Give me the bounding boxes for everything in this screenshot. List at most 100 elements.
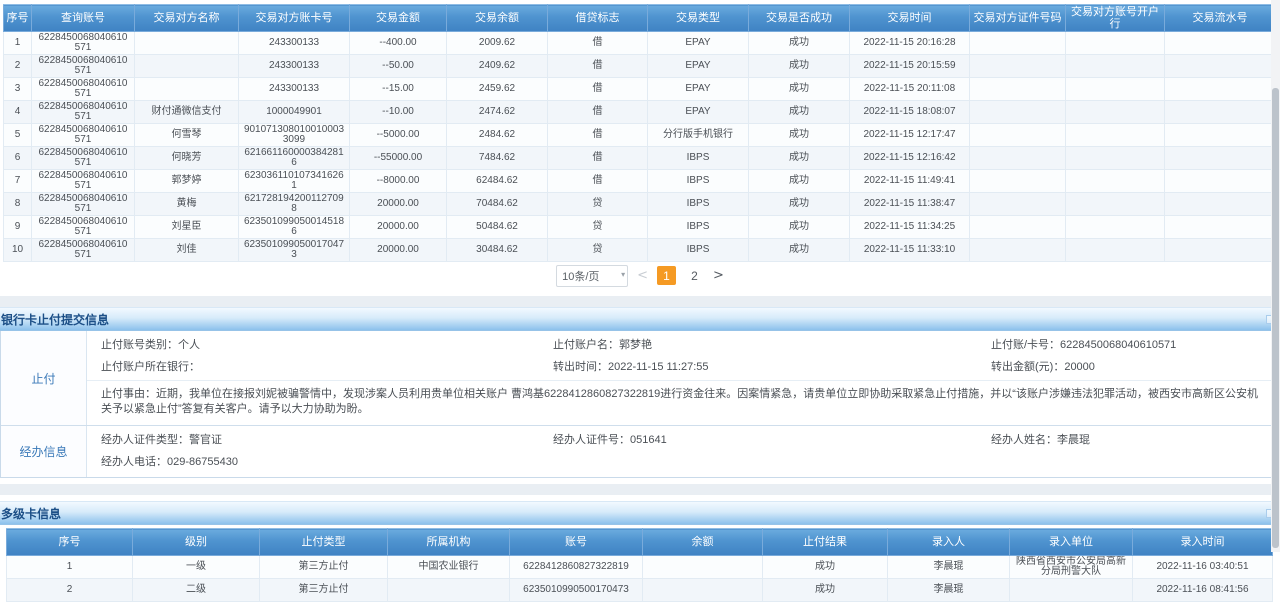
cell-balance: 2409.62 <box>447 55 548 78</box>
cell-counterparty-bank <box>1066 32 1165 55</box>
cell-counterparty-name: 刘星臣 <box>135 216 239 239</box>
cell-trans-success: 成功 <box>749 55 850 78</box>
cell-balance: 2484.62 <box>447 124 548 147</box>
col-seq: 序号 <box>4 5 32 32</box>
stop-fields-row-1: 止付账号类别：个人 止付账户名：郭梦艳 止付账/卡号：6228450068040… <box>87 331 1272 353</box>
transaction-row: 6 6228450068040610571 何晓芳 62166116000038… <box>4 147 1276 170</box>
cell-counterparty-id <box>970 32 1066 55</box>
cell-counterparty-name: 黄梅 <box>135 193 239 216</box>
cell-serial-no <box>1165 78 1276 101</box>
cell-amount: --5000.00 <box>350 124 447 147</box>
cell-level: 一级 <box>133 556 260 579</box>
cell-counterparty-name: 何雪琴 <box>135 124 239 147</box>
next-page-icon[interactable]: > <box>713 269 724 282</box>
cell-counterparty-id <box>970 170 1066 193</box>
cell-counterparty-card: 6230361101073416261 <box>239 170 350 193</box>
cell-balance <box>643 579 763 602</box>
prev-page-icon[interactable]: < <box>637 269 648 282</box>
cell-seq: 9 <box>4 216 32 239</box>
scrollbar-thumb[interactable] <box>1272 88 1279 548</box>
col-counterparty-card: 交易对方账卡号 <box>239 5 350 32</box>
cell-counterparty-bank <box>1066 239 1165 262</box>
multicard-section-bar: 多级卡信息 <box>0 501 1280 525</box>
cell-trans-success: 成功 <box>749 32 850 55</box>
cell-query-account: 6228450068040610571 <box>32 239 135 262</box>
cell-level: 二级 <box>133 579 260 602</box>
cell-counterparty-name: 财付通微信支付 <box>135 101 239 124</box>
agent-id-number: 经办人证件号：051641 <box>553 434 991 446</box>
cell-entry-unit <box>1010 579 1133 602</box>
page-number-1[interactable]: 1 <box>657 266 676 285</box>
stop-account-type: 止付账号类别：个人 <box>101 339 553 351</box>
cell-trans-success: 成功 <box>749 78 850 101</box>
col-entry-unit: 录入单位 <box>1010 529 1133 556</box>
cell-counterparty-card: 243300133 <box>239 32 350 55</box>
multicard-row: 1 一级 第三方止付 中国农业银行 6228412860827322819 成功… <box>7 556 1273 579</box>
cell-trans-time: 2022-11-15 12:17:47 <box>850 124 970 147</box>
section-divider <box>0 484 1280 495</box>
pagination: 10条/页 ▾ < 1 2 > <box>0 262 1280 289</box>
cell-entry-unit: 陕西省西安市公安局高新分局刑警大队 <box>1010 556 1133 579</box>
stop-reason-text: 止付事由：近期，我单位在接报刘妮被骗警情中，发现涉案人员利用贵单位相关账户 曹鸿… <box>87 380 1272 425</box>
cell-balance: 2009.62 <box>447 32 548 55</box>
cell-balance: 7484.62 <box>447 147 548 170</box>
col-entry-time: 录入时间 <box>1133 529 1273 556</box>
cell-amount: 20000.00 <box>350 193 447 216</box>
col-stop-result: 止付结果 <box>763 529 888 556</box>
col-trans-success: 交易是否成功 <box>749 5 850 32</box>
cell-serial-no <box>1165 239 1276 262</box>
cell-serial-no <box>1165 170 1276 193</box>
col-account: 账号 <box>510 529 643 556</box>
cell-counterparty-card: 9010713080100100033099 <box>239 124 350 147</box>
cell-seq: 5 <box>4 124 32 147</box>
page-number-2[interactable]: 2 <box>685 266 704 285</box>
page-size-select[interactable]: 10条/页 ▾ <box>556 265 628 287</box>
cell-counterparty-bank <box>1066 78 1165 101</box>
stop-group: 止付 止付账号类别：个人 止付账户名：郭梦艳 止付账/卡号：6228450068… <box>1 331 1272 425</box>
cell-query-account: 6228450068040610571 <box>32 216 135 239</box>
multicard-table-container: 序号 级别 止付类型 所属机构 账号 余额 止付结果 录入人 录入单位 录入时间… <box>0 525 1280 602</box>
cell-counterparty-card: 6217281942001127098 <box>239 193 350 216</box>
col-level: 级别 <box>133 529 260 556</box>
cell-trans-time: 2022-11-15 11:49:41 <box>850 170 970 193</box>
cell-debit-credit-flag: 贷 <box>548 239 648 262</box>
cell-serial-no <box>1165 193 1276 216</box>
col-stop-type: 止付类型 <box>260 529 388 556</box>
cell-trans-type: IBPS <box>648 170 749 193</box>
cell-query-account: 6228450068040610571 <box>32 78 135 101</box>
cell-trans-time: 2022-11-15 20:16:28 <box>850 32 970 55</box>
cell-counterparty-id <box>970 78 1066 101</box>
cell-balance <box>643 556 763 579</box>
cell-seq: 4 <box>4 101 32 124</box>
transaction-row: 5 6228450068040610571 何雪琴 90107130801001… <box>4 124 1276 147</box>
cell-counterparty-id <box>970 216 1066 239</box>
col-trans-type: 交易类型 <box>648 5 749 32</box>
transactions-header-row: 序号 查询账号 交易对方名称 交易对方账卡号 交易金额 交易余额 借贷标志 交易… <box>4 5 1276 32</box>
col-query-account: 查询账号 <box>32 5 135 32</box>
vertical-scrollbar[interactable] <box>1271 0 1280 552</box>
cell-entered-by: 李晨琨 <box>888 579 1010 602</box>
col-seq: 序号 <box>7 529 133 556</box>
cell-query-account: 6228450068040610571 <box>32 147 135 170</box>
cell-counterparty-card: 6235010990500170473 <box>239 239 350 262</box>
cell-seq: 1 <box>7 556 133 579</box>
transfer-out-time: 转出时间：2022-11-15 11:27:55 <box>553 361 991 373</box>
cell-trans-type: IBPS <box>648 147 749 170</box>
cell-trans-time: 2022-11-15 18:08:07 <box>850 101 970 124</box>
cell-counterparty-bank <box>1066 170 1165 193</box>
multicard-title: 多级卡信息 <box>1 505 61 522</box>
cell-institution: 中国农业银行 <box>388 556 510 579</box>
cell-trans-time: 2022-11-15 12:16:42 <box>850 147 970 170</box>
col-balance: 交易余额 <box>447 5 548 32</box>
cell-counterparty-card: 6235010990500145186 <box>239 216 350 239</box>
cell-debit-credit-flag: 借 <box>548 55 648 78</box>
stop-group-content: 止付账号类别：个人 止付账户名：郭梦艳 止付账/卡号：6228450068040… <box>87 331 1272 425</box>
transaction-row: 1 6228450068040610571 243300133 --400.00… <box>4 32 1276 55</box>
cell-query-account: 6228450068040610571 <box>32 170 135 193</box>
cell-trans-success: 成功 <box>749 239 850 262</box>
cell-balance: 2474.62 <box>447 101 548 124</box>
cell-query-account: 6228450068040610571 <box>32 101 135 124</box>
cell-debit-credit-flag: 贷 <box>548 216 648 239</box>
cell-balance: 70484.62 <box>447 193 548 216</box>
cell-debit-credit-flag: 借 <box>548 124 648 147</box>
